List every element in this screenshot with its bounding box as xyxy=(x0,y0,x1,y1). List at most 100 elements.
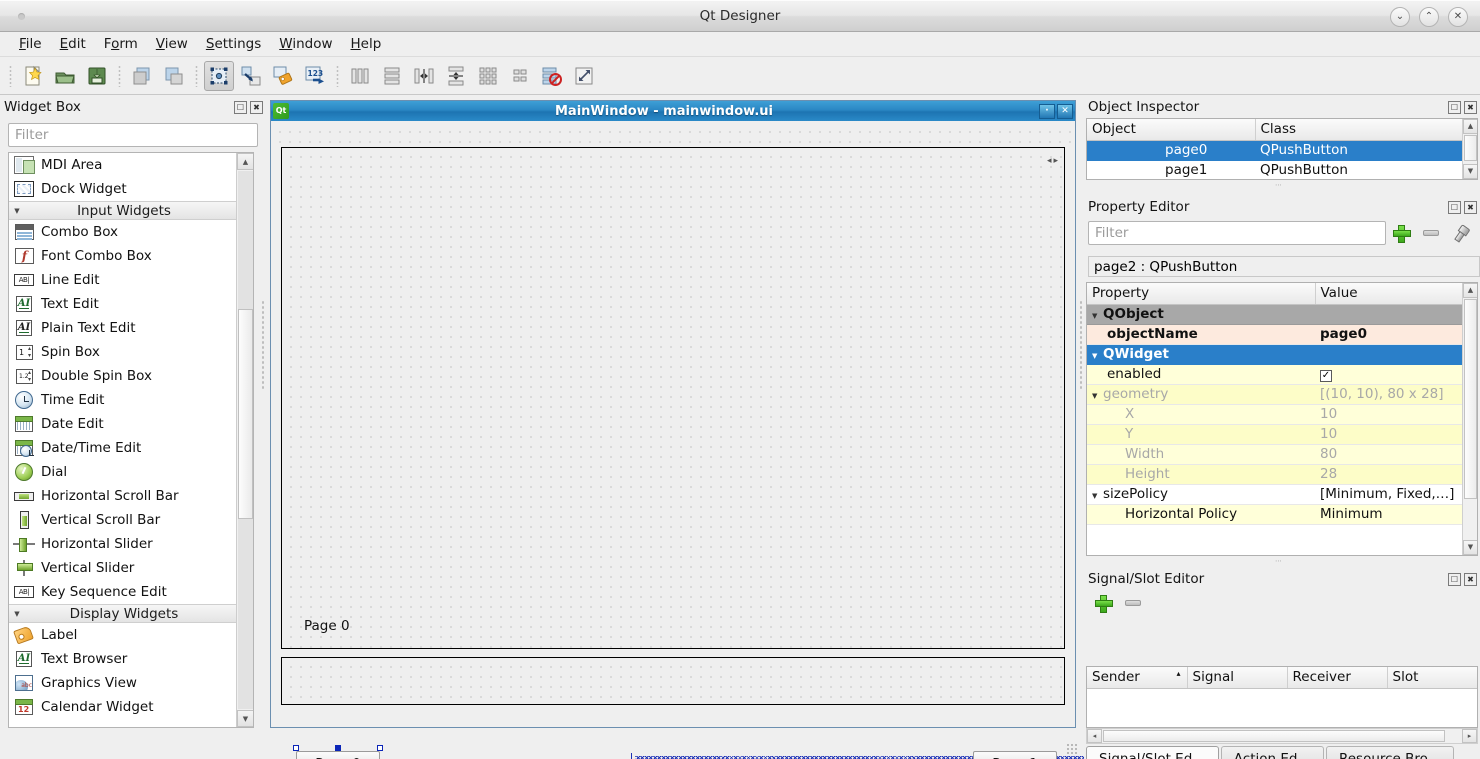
widget-item-label[interactable]: Label xyxy=(9,623,237,647)
scroll-up-arrow-icon[interactable]: ▲ xyxy=(1463,119,1477,134)
widget-box-scrollbar[interactable]: ▲ ▼ xyxy=(236,153,253,727)
property-row-sizepolicy[interactable]: ▼ sizePolicy [Minimum, Fixed,…] xyxy=(1087,484,1464,505)
widget-box-filter-input[interactable]: Filter xyxy=(8,123,258,147)
tab-signal-slot-editor[interactable]: Signal/Slot Ed… xyxy=(1086,746,1219,759)
dock-splitter-handle[interactable]: ⋯ xyxy=(1224,181,1334,189)
page0-button[interactable]: Page 0 xyxy=(296,751,380,759)
scroll-thumb-horizontal[interactable] xyxy=(1103,730,1445,742)
widget-item-vertical-scroll-bar[interactable]: Vertical Scroll Bar xyxy=(9,508,237,532)
scroll-track-upper[interactable] xyxy=(238,171,253,309)
selection-handle-tl[interactable] xyxy=(293,745,299,751)
chevron-down-icon[interactable]: ▼ xyxy=(1092,492,1103,500)
edit-widgets-icon[interactable] xyxy=(204,60,234,91)
float-icon[interactable]: ☐ xyxy=(1448,200,1461,214)
scroll-up-arrow-icon[interactable]: ▲ xyxy=(237,153,253,170)
window-maximize-button[interactable]: ⌃ xyxy=(1419,7,1439,27)
widget-item-spin-box[interactable]: 1 Spin Box xyxy=(9,340,237,364)
property-value[interactable]: Minimum xyxy=(1315,504,1464,525)
form-close-button[interactable]: ✕ xyxy=(1057,103,1073,119)
selection-handle-tr[interactable] xyxy=(377,745,383,751)
property-row-geometry[interactable]: ▼ geometry [(10, 10), 80 x 28] xyxy=(1087,384,1464,405)
signal-slot-hscrollbar[interactable]: ◂ ▸ xyxy=(1086,728,1478,744)
property-row-y[interactable]: Y 10 xyxy=(1087,424,1464,445)
edit-tab-order-icon[interactable]: 123 xyxy=(300,61,330,91)
scroll-right-arrow-icon[interactable]: ▸ xyxy=(1462,729,1477,743)
property-value[interactable]: ✓ xyxy=(1315,364,1464,385)
menu-form[interactable]: Form xyxy=(95,33,147,55)
undo-icon[interactable] xyxy=(127,61,157,91)
property-value[interactable]: page0 xyxy=(1315,324,1464,345)
form-window-titlebar[interactable]: Qt MainWindow - mainwindow.ui · ✕ xyxy=(271,101,1075,121)
column-header-value[interactable]: Value xyxy=(1315,283,1465,305)
layout-vertically-icon[interactable] xyxy=(377,61,407,91)
widget-item-horizontal-scroll-bar[interactable]: Horizontal Scroll Bar xyxy=(9,484,237,508)
layout-grid-icon[interactable] xyxy=(473,61,503,91)
edit-signals-slots-icon[interactable] xyxy=(236,61,266,91)
window-minimize-button[interactable]: ⌄ xyxy=(1390,7,1410,27)
float-icon[interactable]: ☐ xyxy=(1448,100,1461,114)
property-row-width[interactable]: Width 80 xyxy=(1087,444,1464,465)
scroll-thumb[interactable] xyxy=(238,309,253,519)
widget-item-combo-box[interactable]: Combo Box xyxy=(9,220,237,244)
menu-window[interactable]: Window xyxy=(270,33,341,55)
configure-icon[interactable] xyxy=(1446,220,1476,246)
widget-item-mdi-area[interactable]: MDI Area xyxy=(9,153,237,177)
close-icon[interactable]: ✖ xyxy=(1464,200,1477,214)
scroll-down-arrow-icon[interactable]: ▼ xyxy=(1463,164,1477,179)
column-header-property[interactable]: Property xyxy=(1087,283,1316,305)
dock-splitter-handle[interactable]: ⋯ xyxy=(1224,557,1334,565)
scroll-down-arrow-icon[interactable]: ▼ xyxy=(1463,540,1477,555)
widget-item-dial[interactable]: Dial xyxy=(9,460,237,484)
property-value[interactable]: [Minimum, Fixed,…] xyxy=(1315,484,1464,505)
menu-view[interactable]: View xyxy=(147,33,197,55)
layout-horizontally-icon[interactable] xyxy=(345,61,375,91)
tab-resource-browser[interactable]: Resource Bro… xyxy=(1325,746,1455,759)
property-row-horizontal-policy[interactable]: Horizontal Policy Minimum xyxy=(1087,504,1464,525)
column-header-slot[interactable]: Slot xyxy=(1387,667,1477,689)
stacked-widget-page-arrows[interactable]: ◂▸ xyxy=(1047,156,1060,166)
widget-item-date-time-edit[interactable]: Date/Time Edit xyxy=(9,436,237,460)
property-row-height[interactable]: Height 28 xyxy=(1087,464,1464,485)
float-icon[interactable]: ☐ xyxy=(234,100,247,114)
chevron-down-icon[interactable]: ▼ xyxy=(1092,312,1103,320)
scroll-down-arrow-icon[interactable]: ▼ xyxy=(237,710,253,727)
close-icon[interactable]: ✖ xyxy=(1464,572,1477,586)
new-form-icon[interactable] xyxy=(18,61,48,91)
scroll-left-arrow-icon[interactable]: ◂ xyxy=(1087,729,1102,743)
object-inspector-tree[interactable]: Object Class page0 QPushButton page1 QPu… xyxy=(1086,118,1478,180)
signal-slot-table[interactable]: Sender ▴ Signal Receiver Slot xyxy=(1086,666,1478,728)
widget-item-line-edit[interactable]: AB| Line Edit xyxy=(9,268,237,292)
page1-button[interactable]: Page 1 xyxy=(973,751,1057,759)
tab-action-editor[interactable]: Action Ed… xyxy=(1220,746,1324,759)
float-icon[interactable]: ☐ xyxy=(1448,572,1461,586)
property-editor-scrollbar[interactable]: ▲ ▼ xyxy=(1462,283,1477,555)
widget-item-vertical-slider[interactable]: Vertical Slider xyxy=(9,556,237,580)
scroll-thumb[interactable] xyxy=(1464,299,1477,499)
widget-category-display-widgets[interactable]: ▼ Display Widgets xyxy=(9,604,237,623)
adjust-size-icon[interactable] xyxy=(569,61,599,91)
widget-category-input-widgets[interactable]: ▼ Input Widgets xyxy=(9,201,237,220)
table-row[interactable]: page1 QPushButton xyxy=(1087,160,1464,179)
resize-grip[interactable] xyxy=(1066,743,1078,755)
edit-buddies-icon[interactable] xyxy=(268,61,298,91)
break-layout-icon[interactable] xyxy=(537,61,567,91)
chevron-down-icon[interactable]: ▼ xyxy=(1092,352,1103,360)
widget-item-time-edit[interactable]: Time Edit xyxy=(9,388,237,412)
property-row-objectname[interactable]: objectName page0 xyxy=(1087,324,1464,345)
widget-item-date-edit[interactable]: Date Edit xyxy=(9,412,237,436)
column-header-signal[interactable]: Signal xyxy=(1187,667,1288,689)
widget-item-horizontal-slider[interactable]: Horizontal Slider xyxy=(9,532,237,556)
scroll-track-lower[interactable] xyxy=(238,519,253,709)
object-inspector-scrollbar[interactable]: ▲ ▼ xyxy=(1462,119,1477,179)
column-header-receiver[interactable]: Receiver xyxy=(1287,667,1388,689)
widget-item-calendar-widget[interactable]: Calendar Widget xyxy=(9,695,237,719)
form-minimize-button[interactable]: · xyxy=(1039,103,1055,119)
menu-edit[interactable]: Edit xyxy=(51,33,95,55)
property-row-x[interactable]: X 10 xyxy=(1087,404,1464,425)
property-group-qwidget[interactable]: ▼ QWidget xyxy=(1087,344,1464,365)
widget-item-graphics-view[interactable]: Graphics View xyxy=(9,671,237,695)
chevron-down-icon[interactable]: ▼ xyxy=(1092,392,1103,400)
open-form-icon[interactable] xyxy=(50,61,80,91)
layout-splitter-vertical-icon[interactable] xyxy=(441,61,471,91)
property-filter-input[interactable]: Filter xyxy=(1088,221,1386,245)
